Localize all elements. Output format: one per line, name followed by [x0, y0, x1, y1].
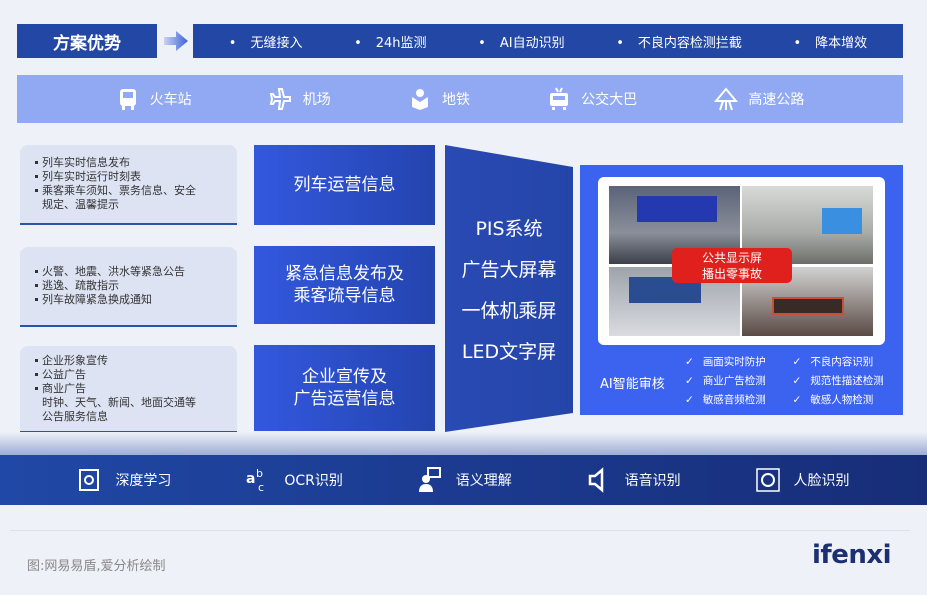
scene-label: 公交大巴	[581, 92, 638, 108]
category-train-ops: 列车运营信息	[254, 145, 435, 225]
info-card-emergency: 火警、地震、洪水等紧急公告 逃逸、疏散指示 列车故障紧急换成通知	[20, 247, 237, 327]
footer-divider	[10, 530, 910, 531]
speaker-person-icon	[418, 467, 441, 492]
card-line: 公益广告	[35, 368, 237, 382]
ai-feature: 敏感人物检测	[793, 392, 901, 407]
svg-text:b: b	[256, 467, 263, 480]
face-scan-icon	[755, 468, 780, 492]
ai-feature: 规范性描述检测	[793, 373, 901, 388]
ai-feature: 画面实时防护	[685, 354, 793, 369]
advantage-item: AI自动识别	[478, 32, 565, 51]
category-line: 企业宣传及	[302, 367, 387, 387]
card-line: 逃逸、疏散指示	[35, 279, 237, 293]
arrow-right-icon	[164, 31, 188, 51]
tech-label: OCR识别	[284, 473, 343, 489]
card-line: 企业形象宣传	[35, 354, 237, 368]
scene-train-station: 火车站	[116, 87, 192, 111]
tech-ocr: a b c OCR识别	[246, 467, 343, 493]
badge-line: 公共显示屏	[701, 251, 762, 265]
ai-review-label: AI智能审核	[600, 377, 665, 392]
ifenxi-logo: ifenxi	[812, 540, 892, 570]
category-line: 紧急信息发布及	[285, 264, 404, 284]
info-card-ads: 企业形象宣传 公益广告 商业广告 时钟、天气、新闻、地面交通等 公告服务信息	[20, 346, 237, 433]
advantages-bar: 无缝接入 24h监测 AI自动识别 不良内容检测拦截 降本增效	[193, 24, 903, 58]
tech-deep-learning: 深度学习	[77, 467, 171, 493]
scene-highway: 高速公路	[714, 87, 804, 111]
tech-face: 人脸识别	[755, 467, 850, 493]
card-line: 列车实时运行时刻表	[35, 170, 237, 184]
tech-label: 语音识别	[624, 473, 681, 489]
scene-airport: 机场	[269, 87, 331, 111]
category-line: 列车运营信息	[293, 175, 396, 195]
train-icon	[119, 89, 136, 110]
scene-label: 机场	[302, 92, 331, 108]
system-item: 广告大屏幕	[461, 258, 557, 281]
card-line: 列车实时信息发布	[35, 156, 237, 170]
advantage-item: 无缝接入	[229, 32, 302, 51]
svg-text:c: c	[258, 481, 264, 493]
tech-speech: 语音识别	[587, 467, 681, 493]
ai-feature: 不良内容识别	[793, 354, 901, 369]
scene-label: 火车站	[149, 92, 192, 108]
tech-label: 语义理解	[455, 473, 512, 489]
advantage-item: 24h监测	[354, 32, 427, 51]
tech-bar: 深度学习 a b c OCR识别 语义理解 语音识别 人脸识别	[0, 455, 927, 505]
info-card-train: 列车实时信息发布 列车实时运行时刻表 乘客乘车须知、票务信息、安全 规定、温馨提…	[20, 145, 237, 225]
system-item: LED文字屏	[461, 340, 557, 363]
system-item: 一体机乘屏	[461, 299, 557, 322]
advantages-title: 方案优势	[17, 24, 157, 58]
tech-semantic: 语义理解	[418, 467, 512, 493]
category-emergency: 紧急信息发布及 乘客疏导信息	[254, 246, 435, 324]
category-ads: 企业宣传及 广告运营信息	[254, 345, 435, 431]
ai-feature-list: 画面实时防护 不良内容识别 商业广告检测 规范性描述检测 敏感音频检测 敏感人物…	[685, 354, 900, 407]
category-line: 乘客疏导信息	[293, 286, 396, 306]
ai-feature: 敏感音频检测	[685, 392, 793, 407]
advantage-item: 降本增效	[793, 32, 867, 51]
tech-label: 人脸识别	[793, 473, 850, 489]
badge-line: 播出零事故	[701, 267, 762, 281]
scene-metro: 地铁	[408, 87, 470, 111]
zero-incident-badge: 公共显示屏播出零事故	[672, 248, 792, 283]
chip-icon	[79, 469, 100, 491]
advantage-item: 不良内容检测拦截	[616, 32, 742, 51]
scene-label: 地铁	[441, 92, 470, 108]
systems-list: PIS系统 广告大屏幕 一体机乘屏 LED文字屏	[445, 145, 573, 432]
abc-icon: a bc	[246, 467, 264, 493]
svg-text:a: a	[246, 471, 255, 487]
speaker-icon	[588, 467, 603, 493]
plane-icon	[269, 88, 291, 110]
scene-label: 高速公路	[748, 92, 805, 108]
card-line: 列车故障紧急换成通知	[35, 293, 237, 307]
platform-shadow	[0, 432, 927, 456]
card-line: 乘客乘车须知、票务信息、安全	[35, 184, 237, 198]
card-line: 规定、温馨提示	[42, 198, 119, 211]
card-line: 公告服务信息	[42, 409, 108, 423]
category-line: 广告运营信息	[293, 389, 396, 409]
card-line: 时钟、天气、新闻、地面交通等	[42, 395, 196, 409]
scene-bus: 公交大巴	[547, 87, 637, 111]
highway-icon	[714, 87, 739, 111]
scenes-bar: 火车站 机场 地铁 公交大巴 高速公路	[17, 75, 903, 123]
ai-feature: 商业广告检测	[685, 373, 793, 388]
bus-icon	[550, 87, 569, 110]
metro-icon	[411, 89, 428, 110]
tech-label: 深度学习	[115, 473, 172, 489]
source-caption: 图:网易易盾,爱分析绘制	[27, 559, 166, 574]
system-item: PIS系统	[475, 217, 543, 240]
card-line: 火警、地震、洪水等紧急公告	[35, 265, 237, 279]
card-line: 商业广告	[35, 382, 237, 396]
